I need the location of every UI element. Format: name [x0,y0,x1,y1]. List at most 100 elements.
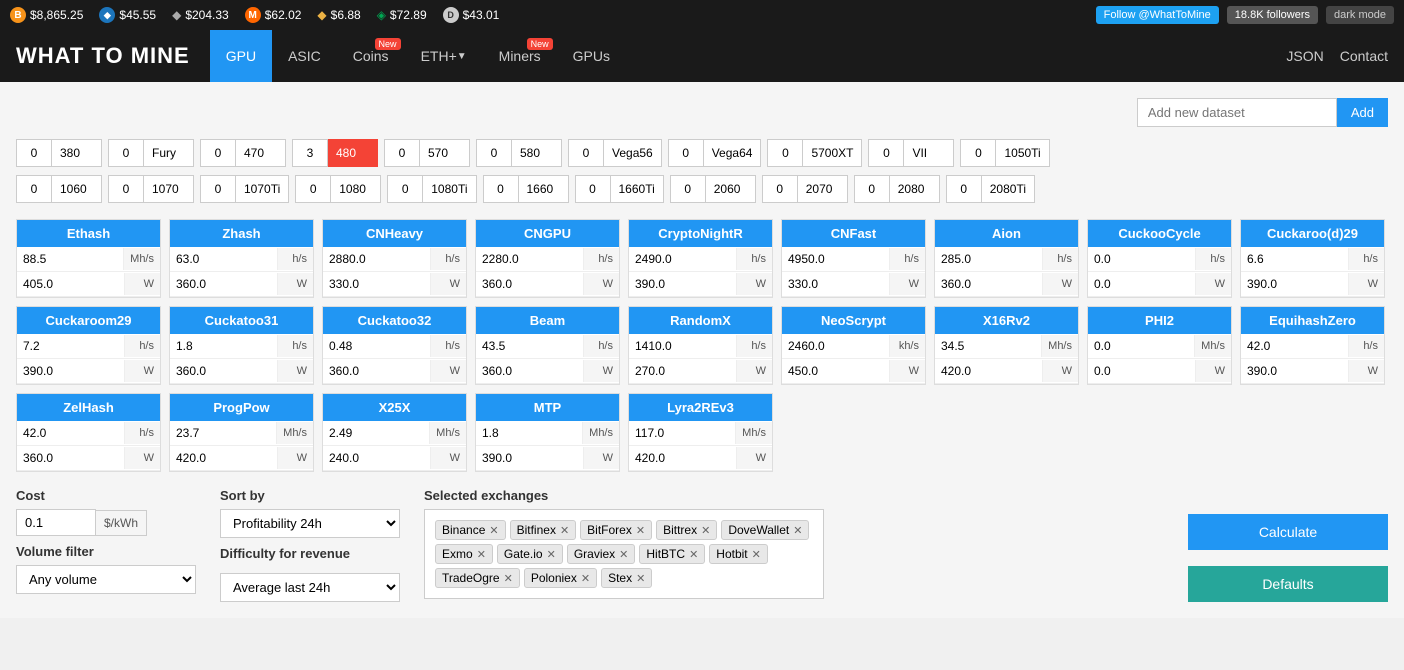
gpu-label[interactable]: 470 [236,139,286,167]
follow-button[interactable]: Follow @WhatToMine [1096,6,1219,24]
algo-power-input[interactable] [170,359,277,383]
cost-input[interactable] [16,509,96,536]
gpu-count-input[interactable] [483,175,519,203]
gpu-count-input[interactable] [387,175,423,203]
algo-header[interactable]: Ethash [17,220,160,247]
dark-mode-button[interactable]: dark mode [1326,6,1394,24]
nav-gpu[interactable]: GPU [210,30,272,82]
gpu-label[interactable]: 1050Ti [996,139,1049,167]
algo-hashrate-input[interactable] [17,247,123,271]
nav-asic[interactable]: ASIC [272,30,337,82]
exchange-remove[interactable]: ✕ [752,548,761,561]
gpu-label[interactable]: 5700XT [803,139,862,167]
gpu-label[interactable]: Vega64 [704,139,762,167]
algo-header[interactable]: Zhash [170,220,313,247]
gpu-count-input[interactable] [668,139,704,167]
algo-header[interactable]: RandomX [629,307,772,334]
gpu-count-input[interactable] [108,139,144,167]
algo-hashrate-input[interactable] [1088,247,1195,271]
exchange-remove[interactable]: ✕ [636,572,645,585]
exchange-remove[interactable]: ✕ [477,548,486,561]
algo-power-input[interactable] [170,446,277,470]
algo-header[interactable]: X16Rv2 [935,307,1078,334]
gpu-count-input[interactable] [575,175,611,203]
volume-select[interactable]: Any volume [16,565,196,594]
algo-header[interactable]: Cuckatoo31 [170,307,313,334]
gpu-count-input[interactable] [200,175,236,203]
algo-header[interactable]: Cuckatoo32 [323,307,466,334]
algo-header[interactable]: Beam [476,307,619,334]
algo-hashrate-input[interactable] [170,421,276,445]
algo-hashrate-input[interactable] [170,247,277,271]
gpu-label[interactable]: 2080Ti [982,175,1035,203]
gpu-count-input[interactable] [762,175,798,203]
gpu-label[interactable]: 1070 [144,175,194,203]
exchange-remove[interactable]: ✕ [547,548,556,561]
exchange-remove[interactable]: ✕ [793,524,802,537]
algo-header[interactable]: Aion [935,220,1078,247]
algo-power-input[interactable] [629,272,736,296]
algo-header[interactable]: MTP [476,394,619,421]
algo-hashrate-input[interactable] [17,421,124,445]
gpu-count-input[interactable] [108,175,144,203]
algo-header[interactable]: Cuckaroo(d)29 [1241,220,1384,247]
gpu-label[interactable]: 380 [52,139,102,167]
gpu-count-input[interactable] [854,175,890,203]
algo-header[interactable]: EquihashZero [1241,307,1384,334]
gpu-count-input[interactable] [960,139,996,167]
exchange-remove[interactable]: ✕ [560,524,569,537]
exchange-remove[interactable]: ✕ [636,524,645,537]
algo-header[interactable]: X25X [323,394,466,421]
gpu-count-input[interactable] [767,139,803,167]
gpu-label[interactable]: 480 [328,139,378,167]
gpu-count-input[interactable] [568,139,604,167]
gpu-count-input[interactable] [384,139,420,167]
algo-hashrate-input[interactable] [476,421,582,445]
algo-hashrate-input[interactable] [629,247,736,271]
gpu-count-input[interactable] [292,139,328,167]
gpu-count-input[interactable] [16,139,52,167]
sortby-select[interactable]: Profitability 24h [220,509,400,538]
algo-power-input[interactable] [935,359,1042,383]
calculate-button[interactable]: Calculate [1188,514,1388,550]
algo-power-input[interactable] [170,272,277,296]
algo-header[interactable]: CNGPU [476,220,619,247]
gpu-label[interactable]: 1060 [52,175,102,203]
algo-power-input[interactable] [1241,272,1348,296]
add-dataset-button[interactable]: Add [1337,98,1388,127]
gpu-label[interactable]: 570 [420,139,470,167]
algo-power-input[interactable] [17,359,124,383]
algo-hashrate-input[interactable] [476,247,583,271]
exchange-remove[interactable]: ✕ [489,524,498,537]
gpu-count-input[interactable] [670,175,706,203]
nav-eth-plus[interactable]: ETH+ ▼ [405,30,483,82]
exchange-remove[interactable]: ✕ [701,524,710,537]
algo-power-input[interactable] [1241,359,1348,383]
gpu-count-input[interactable] [946,175,982,203]
algo-header[interactable]: CryptoNightR [629,220,772,247]
gpu-label[interactable]: 1080 [331,175,381,203]
algo-power-input[interactable] [782,359,889,383]
defaults-button[interactable]: Defaults [1188,566,1388,602]
gpu-label[interactable]: 1660 [519,175,569,203]
algo-hashrate-input[interactable] [1241,334,1348,358]
algo-power-input[interactable] [323,359,430,383]
algo-hashrate-input[interactable] [782,247,889,271]
algo-hashrate-input[interactable] [476,334,583,358]
gpu-count-input[interactable] [295,175,331,203]
algo-hashrate-input[interactable] [1088,334,1194,358]
algo-power-input[interactable] [323,446,430,470]
algo-header[interactable]: CuckooCycle [1088,220,1231,247]
gpu-label[interactable]: 1070Ti [236,175,289,203]
algo-power-input[interactable] [323,272,430,296]
gpu-label[interactable]: 580 [512,139,562,167]
algo-power-input[interactable] [629,359,736,383]
algo-power-input[interactable] [476,446,583,470]
gpu-label[interactable]: 1080Ti [423,175,476,203]
algo-hashrate-input[interactable] [323,334,430,358]
gpu-label[interactable]: Fury [144,139,194,167]
algo-hashrate-input[interactable] [629,334,736,358]
algo-power-input[interactable] [476,272,583,296]
nav-contact[interactable]: Contact [1340,48,1388,64]
gpu-label[interactable]: 1660Ti [611,175,664,203]
